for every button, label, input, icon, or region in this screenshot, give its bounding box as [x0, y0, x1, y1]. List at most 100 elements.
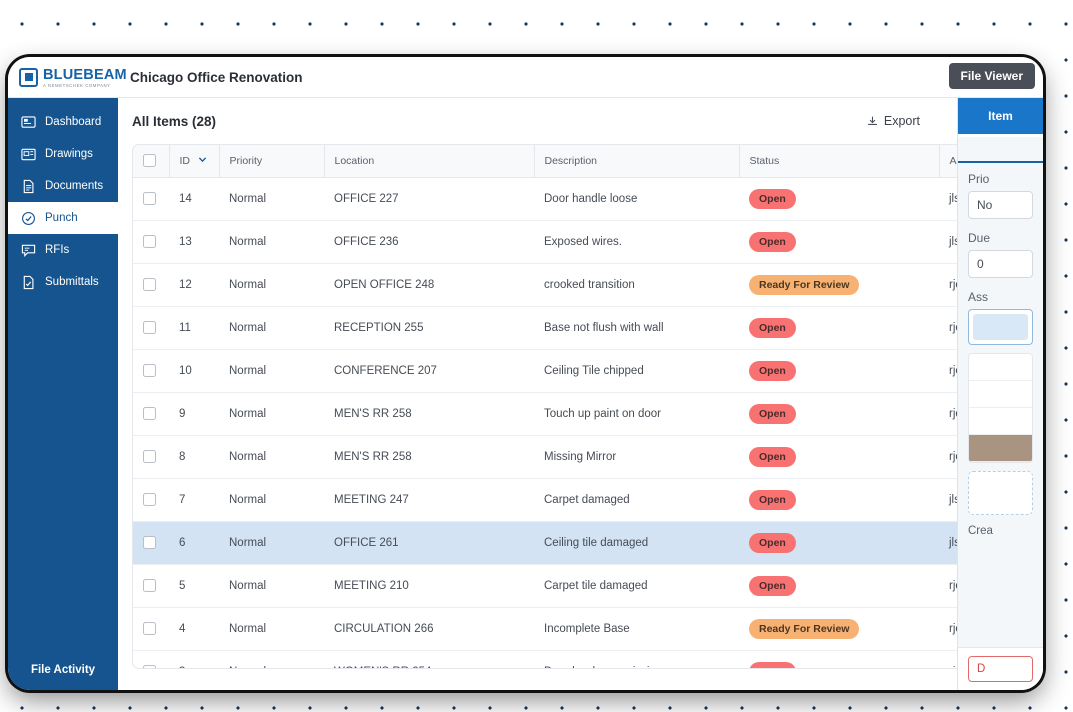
status-badge: Open [749, 532, 796, 553]
cell-id: 14 [169, 177, 219, 221]
cell-priority: Normal [219, 177, 324, 221]
priority-label: Prio [968, 172, 990, 186]
row-checkbox[interactable] [143, 493, 156, 506]
header-id-label: ID [179, 154, 191, 167]
table-row[interactable]: 14NormalOFFICE 227Door handle looseOpenj… [133, 177, 1028, 221]
cell-priority: Normal [219, 650, 324, 668]
list-title: All Items (28) [132, 113, 217, 129]
header-status[interactable]: Status [738, 145, 939, 178]
drawings-icon [21, 147, 36, 162]
row-checkbox-cell[interactable] [133, 607, 169, 651]
assignee-search-box[interactable] [968, 309, 1033, 345]
sidebar-item-submittals[interactable]: Submittals [8, 266, 118, 298]
table-row[interactable]: 10 Normal CONFERENCE 207 Ceiling Tile chipp… [133, 349, 1028, 393]
row-checkbox[interactable] [143, 192, 156, 205]
priority-select[interactable]: No [968, 191, 1033, 219]
tab-item[interactable]: Item [958, 98, 1043, 134]
export-button[interactable]: Export [853, 108, 932, 134]
row-checkbox-cell[interactable] [133, 177, 169, 221]
table-row[interactable]: 7NormalMEETING 247Carpet damagedOpenjlsm… [133, 478, 1028, 522]
row-checkbox[interactable] [143, 235, 156, 248]
assignee-options-list[interactable] [968, 353, 1033, 463]
page-title: Chicago Office Renovation [130, 69, 303, 85]
cell-status: Open [739, 521, 939, 565]
row-checkbox-cell[interactable] [133, 650, 169, 668]
assignee-label: Ass [968, 290, 989, 304]
row-checkbox-cell[interactable] [133, 220, 169, 264]
header-select-all[interactable] [133, 145, 169, 178]
list-item[interactable] [969, 354, 1032, 381]
list-header: All Items (28) Export [132, 98, 1029, 144]
row-checkbox[interactable] [143, 321, 156, 334]
cell-description: Base not flush with wall [534, 306, 739, 350]
select-all-checkbox[interactable] [143, 154, 156, 168]
sidebar-item-rfis[interactable]: RFIs [8, 234, 118, 266]
cell-description: Incomplete Base [534, 607, 739, 651]
cell-id: 6 [169, 521, 219, 565]
cell-description: crooked transition [534, 263, 739, 307]
due-date-field[interactable]: 0 [968, 250, 1033, 278]
cell-status: Ready For Review [739, 607, 939, 651]
row-checkbox[interactable] [143, 665, 156, 668]
cell-status: Open [739, 306, 939, 350]
sidebar-item-label: Drawings [45, 148, 93, 160]
status-badge: Open [749, 446, 796, 467]
row-checkbox[interactable] [143, 579, 156, 592]
row-checkbox-cell[interactable] [133, 306, 169, 350]
chevron-down-icon [198, 155, 207, 167]
row-checkbox-cell[interactable] [133, 263, 169, 307]
table-row[interactable]: 8NormalMEN'S RR 258Missing MirrorOpenrjo… [133, 435, 1028, 479]
row-checkbox-cell[interactable] [133, 478, 169, 522]
row-checkbox[interactable] [143, 278, 156, 291]
cell-status: Ready For Review [739, 263, 939, 307]
row-checkbox-cell[interactable] [133, 521, 169, 565]
export-label: Export [883, 114, 920, 128]
sidebar-item-punch[interactable]: Punch [8, 202, 118, 234]
header-id[interactable]: ID [168, 145, 219, 178]
detail-footer: D [958, 647, 1043, 690]
table-row[interactable]: 12 Normal OPEN OFFICE 248 crooked transitio… [133, 263, 1028, 307]
table-row[interactable]: 13NormalOFFICE 236Exposed wires.Openjlsm… [133, 220, 1028, 264]
sidebar-item-label: Submittals [45, 276, 99, 288]
list-item[interactable] [969, 381, 1032, 408]
row-checkbox[interactable] [143, 536, 156, 549]
row-checkbox-cell[interactable] [133, 392, 169, 436]
list-item[interactable] [969, 408, 1032, 435]
file-activity-button[interactable]: File Activity [8, 664, 118, 676]
documents-icon [21, 179, 36, 194]
sidebar-item-drawings[interactable]: Drawings [8, 138, 118, 170]
header-description[interactable]: Description [533, 145, 739, 178]
table-row[interactable]: 9 Normal MEN'S RR 258 Touch up paint on doo… [133, 392, 1028, 436]
cell-status: Open [739, 392, 939, 436]
list-item[interactable] [969, 435, 1032, 462]
header-location[interactable]: Location [323, 145, 534, 178]
due-date-label: Due [968, 231, 991, 245]
table-row[interactable]: 5 Normal MEETING 210 Carpet tile damaged Ope… [133, 564, 1028, 608]
table-row[interactable]: 11 Normal RECEPTION 255 Base not flush with… [133, 306, 1028, 350]
table-row[interactable]: 4 Normal CIRCULATION 266 Incomplete Base Rea… [133, 607, 1028, 651]
row-checkbox[interactable] [143, 364, 156, 377]
sidebar-item-documents[interactable]: Documents [8, 170, 118, 202]
table-row[interactable]: 6 Normal OFFICE 261 Ceiling tile damaged Ope… [133, 521, 1028, 565]
rfi-icon [21, 243, 36, 258]
bluebeam-logo[interactable]: BLUEBEAM A NEMETSCHEK COMPANY [8, 57, 127, 98]
attachment-dropzone[interactable] [968, 471, 1033, 515]
sidebar-item-dashboard[interactable]: Dashboard [8, 106, 118, 138]
row-checkbox[interactable] [143, 450, 156, 463]
cell-priority: Normal [219, 306, 324, 350]
cell-priority: Normal [219, 564, 324, 608]
cell-id: 4 [169, 607, 219, 651]
row-checkbox-cell[interactable] [133, 564, 169, 608]
delete-button[interactable]: D [968, 656, 1033, 682]
row-checkbox[interactable] [143, 622, 156, 635]
row-checkbox[interactable] [143, 407, 156, 420]
status-badge: Open [749, 317, 796, 338]
row-checkbox-cell[interactable] [133, 435, 169, 479]
item-detail-panel: Item Prio No Due 0 Ass Crea D [957, 98, 1043, 690]
cell-status: Open [739, 564, 939, 608]
header-priority[interactable]: Priority [218, 145, 324, 178]
row-checkbox-cell[interactable] [133, 349, 169, 393]
table-row[interactable]: 3NormalWOMEN'S RR 254Door hardware missi… [133, 650, 1028, 668]
cell-priority: Normal [219, 349, 324, 393]
cell-status: Open [739, 220, 939, 264]
